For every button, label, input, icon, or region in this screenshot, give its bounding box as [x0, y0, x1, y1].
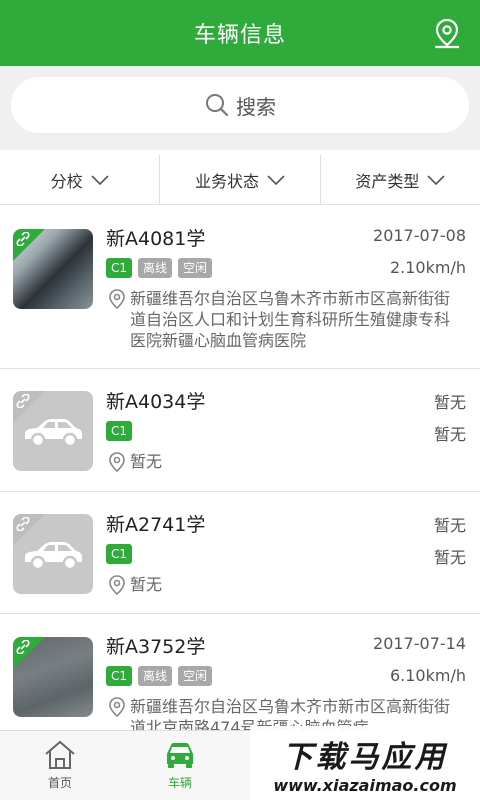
search-icon — [206, 94, 229, 117]
car-placeholder-icon — [25, 419, 82, 448]
vehicle-photo — [13, 391, 93, 471]
vehicle-photo — [13, 637, 93, 717]
plate-number: 新A4034学 — [106, 391, 206, 413]
filter-school[interactable]: 分校 — [0, 155, 161, 204]
address: 暂无 — [108, 451, 460, 472]
online-status-badge: 离线 — [138, 666, 173, 686]
filter-bar: 分校 业务状态 资产类型 — [0, 155, 480, 205]
address: 新疆维吾尔自治区乌鲁木齐市新市区高新街街道自治区人口和计划生育科研所生殖健康专科… — [108, 288, 460, 351]
address: 暂无 — [108, 574, 460, 595]
vehicle-item[interactable]: 新A3752学 2017-07-14 C1 离线 空闲 6.10km/h 新疆维… — [0, 614, 480, 730]
app-header: 车辆信息 — [0, 0, 480, 66]
business-status-badge: 空闲 — [178, 258, 213, 278]
license-badge: C1 — [106, 666, 133, 686]
license-badge: C1 — [106, 421, 133, 441]
speed: 6.10km/h — [389, 666, 466, 685]
location-icon — [109, 289, 125, 309]
tab-vehicles[interactable]: 车辆 — [120, 731, 240, 800]
speed: 暂无 — [433, 425, 466, 444]
tab-label: 车辆 — [167, 776, 192, 790]
plate-number: 新A3752学 — [106, 636, 206, 658]
vehicle-photo — [13, 514, 93, 594]
last-date: 2017-07-08 — [373, 226, 466, 245]
search-label: 搜索 — [236, 94, 276, 119]
plate-number: 新A4081学 — [106, 228, 206, 250]
speed: 2.10km/h — [389, 258, 466, 277]
filter-label: 分校 — [50, 171, 83, 191]
plate-number: 新A2741学 — [106, 514, 206, 536]
address-text: 新疆维吾尔自治区乌鲁木齐市新市区高新街街道自治区人口和计划生育科研所生殖健康专科… — [130, 289, 451, 350]
badge-group: C1 — [106, 544, 133, 564]
last-date: 暂无 — [433, 516, 466, 535]
address: 新疆维吾尔自治区乌鲁木齐市新市区高新街街道北京南路474号新疆心脑血管病 — [108, 696, 460, 730]
address-text: 暂无 — [130, 575, 163, 594]
tab-home[interactable]: 首页 — [0, 731, 120, 800]
last-date: 暂无 — [433, 393, 466, 412]
badge-group: C1 离线 空闲 — [106, 666, 213, 686]
address-text: 暂无 — [130, 452, 163, 471]
address-text: 新疆维吾尔自治区乌鲁木齐市新市区高新街街道北京南路474号新疆心脑血管病 — [130, 697, 451, 730]
speed: 暂无 — [433, 548, 466, 567]
chevron-down-icon — [91, 174, 109, 185]
business-status-badge: 空闲 — [178, 666, 213, 686]
link-icon — [16, 517, 30, 531]
badge-group: C1 — [106, 421, 133, 441]
page-title: 车辆信息 — [193, 23, 286, 48]
link-icon — [16, 232, 30, 246]
filter-business-status[interactable]: 业务状态 — [160, 155, 321, 204]
license-badge: C1 — [106, 258, 133, 278]
location-icon — [109, 452, 125, 472]
chevron-down-icon — [267, 174, 285, 185]
tab-label: 首页 — [47, 776, 72, 790]
chevron-down-icon — [427, 174, 445, 185]
vehicle-photo — [13, 229, 93, 309]
license-badge: C1 — [106, 544, 133, 564]
vehicle-item[interactable]: 新A4034学 暂无 C1 暂无 暂无 — [0, 369, 480, 492]
vehicle-item[interactable]: 新A4081学 2017-07-08 C1 离线 空闲 2.10km/h 新疆维… — [0, 206, 480, 369]
watermark: 下载马应用 www.xiazaimao.com — [250, 726, 480, 800]
location-pin-icon — [435, 18, 459, 49]
car-icon — [167, 743, 193, 768]
vehicle-list: 新A4081学 2017-07-08 C1 离线 空闲 2.10km/h 新疆维… — [0, 206, 480, 730]
online-status-badge: 离线 — [138, 258, 173, 278]
search-input[interactable]: 搜索 — [11, 77, 469, 133]
filter-label: 资产类型 — [355, 171, 420, 191]
location-button[interactable] — [430, 16, 464, 50]
search-area: 搜索 — [0, 66, 480, 150]
filter-label: 业务状态 — [194, 171, 259, 191]
vehicle-item[interactable]: 新A2741学 暂无 C1 暂无 暂无 — [0, 492, 480, 614]
home-icon — [45, 740, 75, 769]
link-icon — [16, 394, 30, 408]
car-placeholder-icon — [25, 542, 82, 571]
filter-asset-type[interactable]: 资产类型 — [321, 155, 480, 204]
badge-group: C1 离线 空闲 — [106, 258, 213, 278]
watermark-url: www.xiazaimao.com — [273, 775, 457, 795]
location-icon — [109, 575, 125, 595]
location-icon — [109, 697, 125, 717]
watermark-text: 下载马应用 — [282, 739, 448, 775]
link-icon — [16, 640, 30, 654]
last-date: 2017-07-14 — [373, 634, 466, 653]
